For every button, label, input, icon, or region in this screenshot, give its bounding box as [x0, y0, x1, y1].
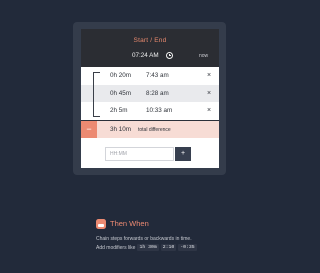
- app-description: Chain steps forwards or backwards in tim…: [96, 236, 192, 242]
- modifiers-hint: Add modifiers like 1h 30m 2:10 -0:35: [96, 244, 197, 251]
- entry-row: 0h 20m 7:43 am ×: [81, 67, 219, 85]
- total-duration: 3h 10m: [110, 126, 132, 133]
- now-button[interactable]: now: [199, 53, 208, 59]
- direction-toggle-button[interactable]: −: [81, 121, 97, 138]
- card-title: Start / End: [133, 37, 167, 44]
- entry-duration[interactable]: 2h 5m: [110, 107, 128, 114]
- add-button[interactable]: +: [175, 147, 191, 161]
- input-area: +: [81, 138, 219, 168]
- entry-time: 8:28 am: [146, 89, 169, 97]
- modifier-example: 1h 30m: [137, 244, 159, 251]
- card-header: Start / End 07:24 AM now: [81, 29, 219, 67]
- app-name: Then When: [110, 219, 149, 228]
- modifier-example: -0:35: [178, 244, 197, 251]
- time-input[interactable]: [105, 147, 174, 161]
- calculator-card: Start / End 07:24 AM now 0h 20m 7:43 am …: [81, 29, 219, 168]
- clock-icon[interactable]: [166, 51, 173, 59]
- remove-entry-button[interactable]: ×: [207, 72, 211, 79]
- entry-time: 7:43 am: [146, 72, 169, 80]
- modifier-example: 2:10: [160, 244, 177, 251]
- chain-connector: [93, 72, 100, 117]
- start-time[interactable]: 07:24 AM: [132, 52, 159, 59]
- entry-row: 0h 45m 8:28 am ×: [81, 84, 219, 102]
- total-row: − 3h 10m total difference: [81, 121, 219, 138]
- entry-duration[interactable]: 0h 45m: [110, 90, 131, 97]
- remove-entry-button[interactable]: ×: [207, 107, 211, 114]
- modifiers-prefix: Add modifiers like: [96, 244, 136, 251]
- entry-duration[interactable]: 0h 20m: [110, 72, 131, 79]
- entry-time: 10:33 am: [146, 107, 173, 115]
- entry-row: 2h 5m 10:33 am ×: [81, 102, 219, 120]
- total-label: total difference: [138, 127, 171, 133]
- logo-icon: [96, 219, 106, 229]
- remove-entry-button[interactable]: ×: [207, 90, 211, 97]
